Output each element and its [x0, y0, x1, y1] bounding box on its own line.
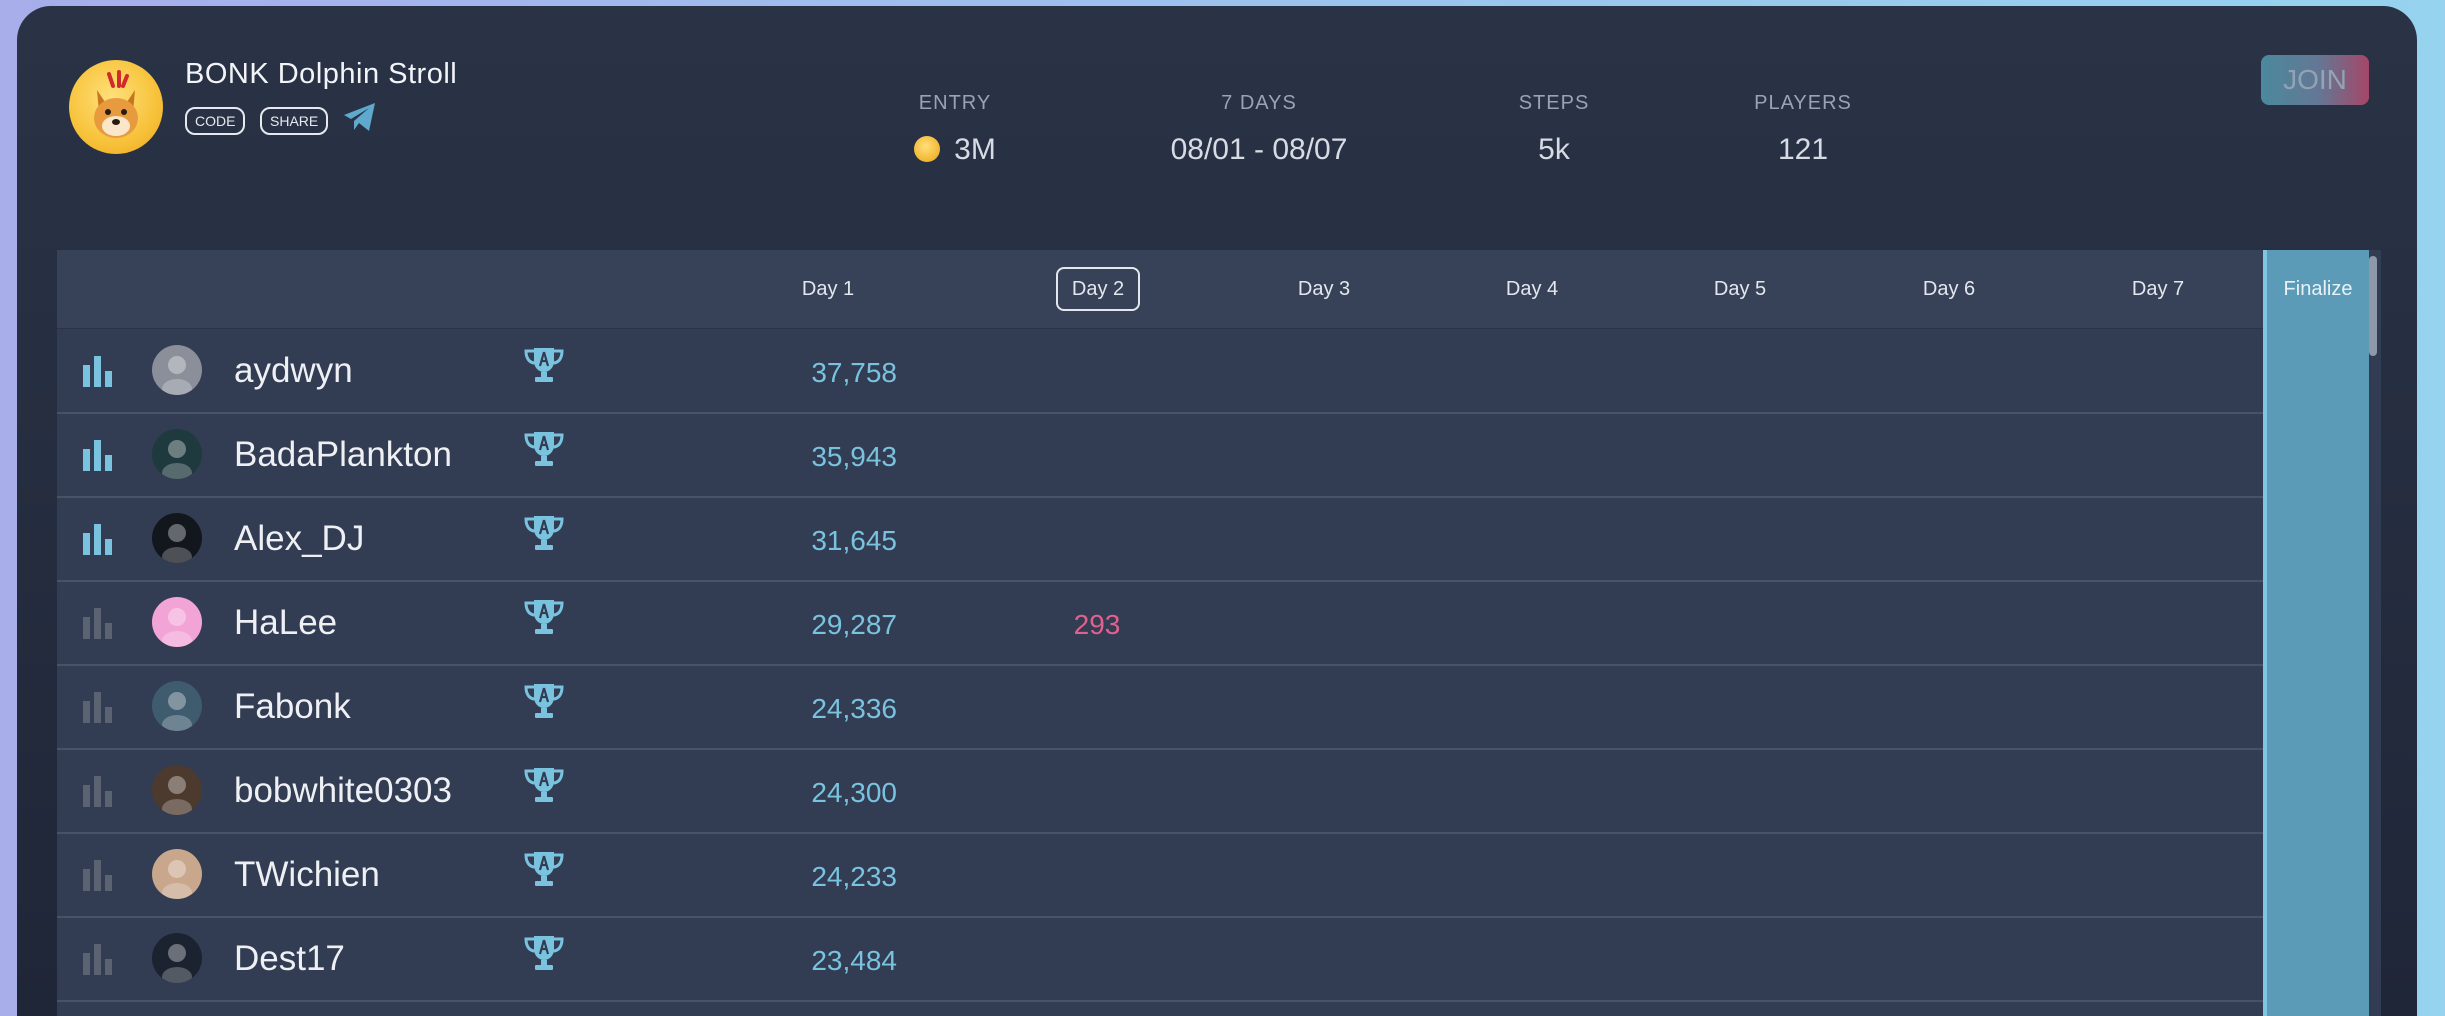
day-1-score: 23,484 [811, 945, 897, 976]
day-1-score: 35,943 [811, 441, 897, 472]
player-name[interactable]: Fabonk [234, 687, 351, 727]
steps-stat: STEPS 5k [1444, 92, 1664, 167]
day-1-score: 29,287 [811, 609, 897, 640]
scrollbar[interactable] [2369, 256, 2377, 356]
avatar [152, 513, 202, 563]
trophy-icon[interactable] [522, 513, 566, 553]
entry-label: ENTRY [918, 92, 992, 114]
players-stat: PLAYERS 121 [1693, 92, 1913, 167]
table-row[interactable]: Dest17 23,484 [57, 917, 2263, 1002]
tab-day-5[interactable]: Day 5 [1670, 250, 1810, 328]
table-row[interactable]: TWichien 24,233 [57, 833, 2263, 918]
trophy-icon[interactable] [522, 933, 566, 973]
bonk-coin-icon [914, 136, 941, 162]
player-name[interactable]: TWichien [234, 855, 380, 895]
bar-chart-icon[interactable] [81, 353, 115, 387]
entry-stat: ENTRY 3M [845, 92, 1065, 167]
avatar [152, 849, 202, 899]
trophy-icon[interactable] [522, 849, 566, 889]
days-value: 08/01 - 08/07 [1170, 133, 1348, 166]
tab-day-1[interactable]: Day 1 [758, 250, 898, 328]
bar-chart-icon[interactable] [81, 689, 115, 723]
table-row[interactable]: Alex_DJ 31,645 [57, 497, 2263, 582]
players-label: PLAYERS [1754, 92, 1852, 114]
bar-chart-icon[interactable] [81, 437, 115, 471]
contest-logo [69, 60, 163, 154]
tab-day-4[interactable]: Day 4 [1462, 250, 1602, 328]
telegram-icon[interactable] [342, 101, 378, 133]
trophy-icon[interactable] [522, 765, 566, 805]
tab-day-3[interactable]: Day 3 [1254, 250, 1394, 328]
table-row[interactable]: HaLee 29,287 293 [57, 581, 2263, 666]
avatar [152, 765, 202, 815]
trophy-icon[interactable] [522, 345, 566, 385]
join-button[interactable]: JOIN [2261, 55, 2369, 105]
bar-chart-icon[interactable] [81, 521, 115, 555]
table-row[interactable]: BadaPlankton 35,943 [57, 413, 2263, 498]
finalize-column: Finalize [2263, 250, 2369, 1016]
avatar [152, 345, 202, 395]
share-button[interactable]: SHARE [260, 107, 329, 135]
player-name[interactable]: BadaPlankton [234, 435, 452, 475]
steps-label: STEPS [1518, 92, 1590, 114]
player-name[interactable]: Dest17 [234, 939, 345, 979]
day-2-score: 293 [1073, 609, 1121, 640]
table-row[interactable]: Fabonk 24,336 [57, 665, 2263, 750]
table-row[interactable]: aydwyn 37,758 [57, 329, 2263, 414]
days-label: 7 DAYS [1221, 92, 1297, 114]
leaderboard-table: Day 1 Day 2 Day 3 Day 4 Day 5 Day 6 Day … [57, 250, 2381, 1016]
contest-title: BONK Dolphin Stroll [185, 58, 458, 90]
tab-day-6[interactable]: Day 6 [1879, 250, 2019, 328]
bar-chart-icon[interactable] [81, 605, 115, 639]
player-name[interactable]: HaLee [234, 603, 337, 643]
bar-chart-icon[interactable] [81, 857, 115, 891]
day-1-score: 24,336 [811, 693, 897, 724]
avatar [152, 933, 202, 983]
avatar [152, 597, 202, 647]
day-1-score: 24,300 [811, 777, 897, 808]
table-row[interactable]: bobwhite0303 24,300 [57, 749, 2263, 834]
days-stat: 7 DAYS 08/01 - 08/07 [1149, 92, 1369, 167]
trophy-icon[interactable] [522, 681, 566, 721]
entry-value: 3M [954, 133, 996, 166]
bar-chart-icon[interactable] [81, 941, 115, 975]
tab-day-7[interactable]: Day 7 [2088, 250, 2228, 328]
player-name[interactable]: bobwhite0303 [234, 771, 452, 811]
day-1-score: 31,645 [811, 525, 897, 556]
day-1-score: 37,758 [811, 357, 897, 388]
tab-day-2[interactable]: Day 2 [1056, 267, 1140, 311]
finalize-button[interactable]: Finalize [2267, 250, 2369, 328]
trophy-icon[interactable] [522, 597, 566, 637]
avatar [152, 429, 202, 479]
player-name[interactable]: aydwyn [234, 351, 353, 391]
bar-chart-icon[interactable] [81, 773, 115, 807]
day-1-score: 24,233 [811, 861, 897, 892]
avatar [152, 681, 202, 731]
table-header: Day 1 Day 2 Day 3 Day 4 Day 5 Day 6 Day … [57, 250, 2263, 329]
code-button[interactable]: CODE [185, 107, 246, 135]
trophy-icon[interactable] [522, 429, 566, 469]
steps-value: 5k [1538, 133, 1570, 166]
players-value: 121 [1777, 133, 1829, 166]
player-name[interactable]: Alex_DJ [234, 519, 364, 559]
contest-panel: BONK Dolphin Stroll CODE SHARE ENTRY 3M … [17, 6, 2417, 1016]
